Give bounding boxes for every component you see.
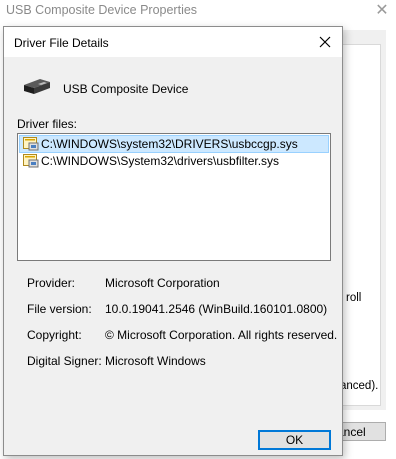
file-path: C:\WINDOWS\system32\DRIVERS\usbccgp.sys bbox=[41, 137, 298, 151]
dialog-title: Driver File Details bbox=[14, 36, 109, 50]
device-name: USB Composite Device bbox=[63, 82, 189, 96]
copyright-value: © Microsoft Corporation. All rights rese… bbox=[105, 328, 338, 342]
driver-file-icon bbox=[23, 154, 39, 168]
list-item[interactable]: C:\WINDOWS\system32\DRIVERS\usbccgp.sys bbox=[19, 135, 329, 153]
ok-button[interactable]: OK bbox=[258, 430, 331, 450]
digital-signer-label: Digital Signer: bbox=[27, 354, 102, 368]
list-item[interactable]: C:\WINDOWS\System32\drivers\usbfilter.sy… bbox=[20, 153, 328, 169]
close-icon bbox=[319, 36, 331, 48]
provider-label: Provider: bbox=[27, 276, 76, 290]
parent-partial-text: roll bbox=[346, 292, 362, 304]
digital-signer-value: Microsoft Windows bbox=[105, 354, 206, 368]
parent-close-icon[interactable]: ✕ bbox=[373, 0, 391, 22]
close-button[interactable] bbox=[314, 31, 336, 53]
dialog-titlebar: Driver File Details bbox=[4, 27, 342, 57]
driver-file-details-dialog: Driver File Details USB Composite Device… bbox=[3, 26, 343, 456]
driver-file-icon bbox=[23, 137, 39, 151]
provider-value: Microsoft Corporation bbox=[105, 276, 220, 290]
parent-partial-text-2: anced). bbox=[340, 380, 379, 392]
driver-files-label: Driver files: bbox=[17, 117, 78, 131]
driver-files-list[interactable]: C:\WINDOWS\system32\DRIVERS\usbccgp.sys … bbox=[17, 133, 331, 261]
file-version-label: File version: bbox=[27, 302, 92, 316]
parent-window-title: USB Composite Device Properties bbox=[6, 3, 198, 17]
usb-device-icon bbox=[24, 79, 50, 94]
file-version-value: 10.0.19041.2546 (WinBuild.160101.0800) bbox=[105, 302, 328, 316]
copyright-label: Copyright: bbox=[27, 328, 82, 342]
file-path: C:\WINDOWS\System32\drivers\usbfilter.sy… bbox=[41, 154, 280, 168]
